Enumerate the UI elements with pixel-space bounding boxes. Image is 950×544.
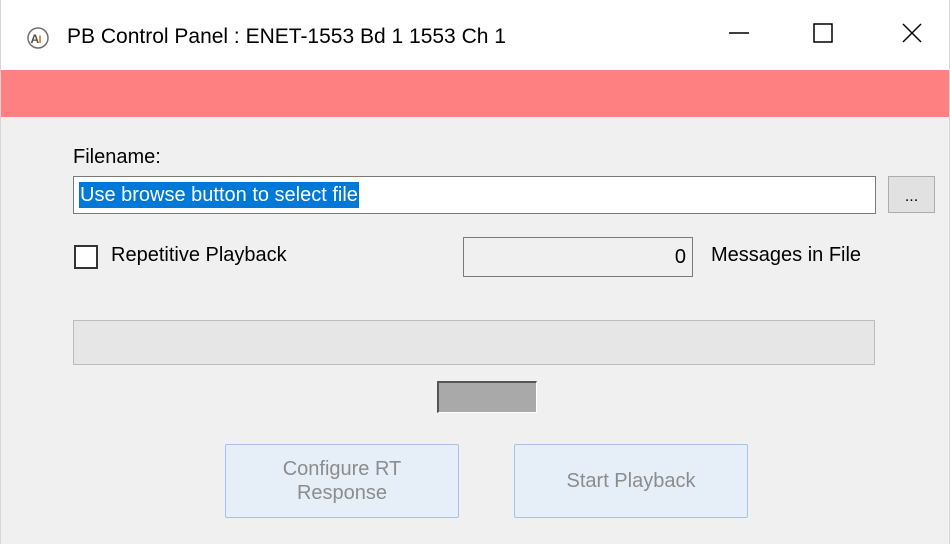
maximize-icon: [813, 22, 833, 48]
minimize-icon: [729, 23, 749, 48]
title-bar[interactable]: A I PB Control Panel : ENET-1553 Bd 1 15…: [1, 0, 949, 70]
ai-logo-icon: A I: [27, 27, 49, 49]
filename-value: Use browse button to select file: [79, 182, 359, 208]
minimize-button[interactable]: [694, 0, 784, 70]
status-banner: [1, 70, 949, 117]
close-button[interactable]: [867, 0, 949, 70]
repetitive-playback-checkbox[interactable]: [74, 245, 98, 269]
svg-text:I: I: [39, 34, 42, 46]
playback-progress-bar: [73, 320, 875, 365]
filename-field[interactable]: Use browse button to select file: [73, 176, 876, 214]
repetitive-playback-label[interactable]: Repetitive Playback: [111, 244, 287, 267]
close-icon: [902, 22, 922, 48]
browse-button[interactable]: ...: [888, 176, 935, 213]
maximize-button[interactable]: [778, 0, 868, 70]
window-title: PB Control Panel : ENET-1553 Bd 1 1553 C…: [67, 25, 506, 48]
status-indicator: [437, 381, 537, 413]
pb-control-panel-window: A I PB Control Panel : ENET-1553 Bd 1 15…: [0, 0, 950, 544]
filename-label: Filename:: [73, 146, 161, 168]
configure-rt-response-button[interactable]: Configure RT Response: [225, 444, 459, 518]
messages-in-file-label: Messages in File: [711, 244, 862, 266]
messages-count-field: 0: [463, 237, 693, 277]
start-playback-button[interactable]: Start Playback: [514, 444, 748, 518]
